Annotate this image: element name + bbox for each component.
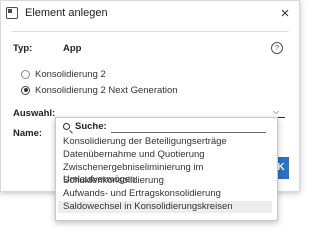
- radio-label: Konsolidierung 2: [35, 68, 106, 80]
- dropdown-option-highlighted[interactable]: Saldowechsel in Konsolidierungskreisen: [58, 201, 272, 213]
- name-label: Name:: [13, 128, 43, 139]
- search-input[interactable]: [111, 132, 266, 133]
- radio-konsolidierung-2-next-generation[interactable]: Konsolidierung 2 Next Generation: [21, 83, 178, 97]
- dropdown-option[interactable]: Zwischenergebniseliminierung im Umlaufve…: [58, 162, 272, 185]
- divider: [11, 31, 289, 32]
- typ-label: Typ:: [13, 43, 33, 54]
- radio-button[interactable]: [21, 69, 30, 79]
- dropdown-option[interactable]: Aufwands- und Ertragskonsolidierung: [58, 188, 272, 200]
- dropdown-option[interactable]: Schuldenkonsolidierung: [58, 175, 272, 187]
- search-icon: [63, 123, 70, 130]
- search-label: Suche:: [75, 121, 107, 132]
- window-icon: [6, 7, 18, 19]
- dropdown-search: Suche:: [61, 121, 271, 134]
- radio-konsolidierung-2[interactable]: Konsolidierung 2: [21, 67, 106, 81]
- title-bar[interactable]: Element anlegen ×: [1, 1, 299, 27]
- close-button[interactable]: ×: [275, 4, 295, 24]
- auswahl-label: Auswahl:: [13, 108, 56, 119]
- help-icon[interactable]: ?: [271, 42, 283, 54]
- radio-button-checked[interactable]: [21, 85, 30, 95]
- chevron-down-icon[interactable]: ⌵: [273, 107, 283, 117]
- typ-value: App: [63, 43, 82, 54]
- window-title: Element anlegen: [25, 7, 108, 19]
- dropdown-option[interactable]: Konsolidierung der Beteiligungserträge: [58, 136, 272, 148]
- radio-label: Konsolidierung 2 Next Generation: [35, 84, 178, 96]
- dropdown-option[interactable]: Datenübernahme und Quotierung: [58, 149, 272, 161]
- auswahl-dropdown: Suche: Konsolidierung der Beteiligungser…: [55, 117, 278, 221]
